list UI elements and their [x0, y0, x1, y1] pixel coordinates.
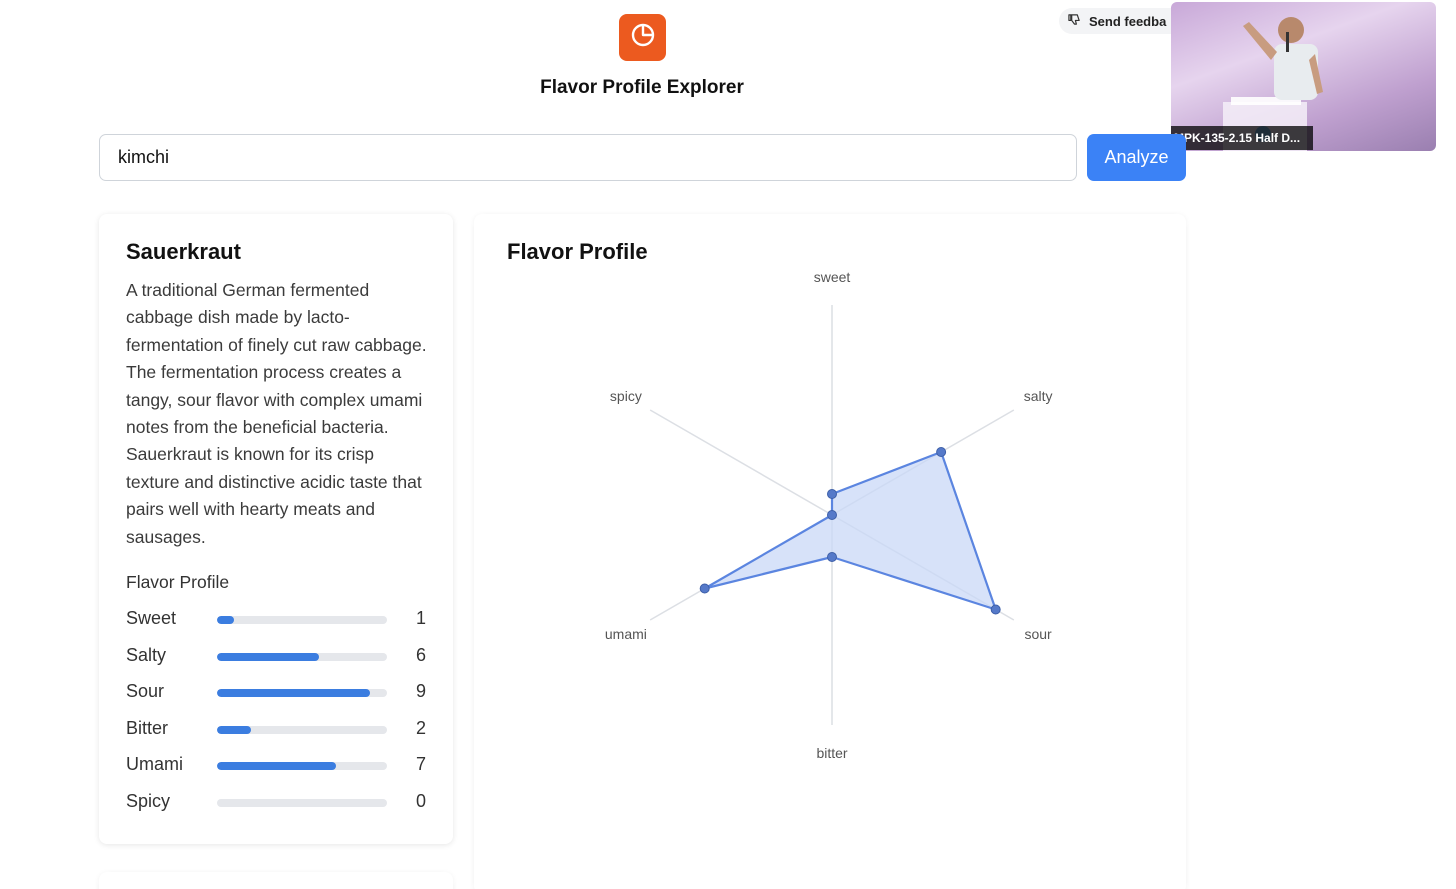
flavor-label: Umami	[126, 754, 183, 774]
video-caption: MPK-135-2.15 Half D...	[1171, 126, 1313, 150]
app-title: Flavor Profile Explorer	[540, 77, 744, 98]
search-input[interactable]	[99, 134, 1077, 181]
flavor-value: 6	[415, 644, 426, 665]
radar-axis-line	[649, 409, 833, 516]
radar-point-spicy	[827, 510, 837, 520]
app-logo	[619, 14, 666, 61]
send-feedback-label: Send feedba	[1089, 13, 1167, 29]
radar-series-area	[703, 450, 997, 611]
flavor-row-umami: Umami 7	[126, 754, 426, 778]
flavor-label: Spicy	[126, 790, 171, 811]
flavor-bar-track	[217, 725, 387, 734]
next-card	[99, 872, 453, 889]
radar-chart: sweet salty sour bitter umami spicy	[605, 269, 1053, 761]
flavor-label: Bitter	[126, 717, 169, 738]
flavor-bar-track	[217, 798, 387, 807]
radar-axis-label-sweet: sweet	[814, 269, 851, 285]
flavor-row-sweet: Sweet 1	[126, 608, 426, 632]
food-name: Sauerkraut	[126, 239, 241, 264]
page: Flavor Profile Explorer Send feedba MPK-…	[0, 0, 1456, 889]
flavor-bar-track	[217, 616, 387, 624]
flavor-profile-heading: Flavor Profile	[126, 572, 230, 592]
radar-axis-label-bitter: bitter	[816, 745, 847, 761]
flavor-row-spicy: Spicy 0	[126, 791, 426, 815]
flavor-value: 9	[415, 681, 426, 701]
flavor-label: Sour	[126, 681, 165, 701]
radar-axis-label-spicy: spicy	[610, 388, 642, 404]
radar-point-sour	[990, 604, 1001, 615]
radar-axis-label-umami: umami	[605, 626, 647, 642]
flavor-value: 7	[415, 754, 426, 774]
radar-point-sweet	[827, 489, 837, 499]
flavor-bar-fill	[217, 616, 234, 624]
flavor-bar-fill	[217, 689, 370, 697]
radar-point-umami	[699, 583, 710, 594]
flavor-row-salty: Salty 6	[126, 645, 426, 669]
flavor-value: 1	[415, 608, 426, 628]
flavor-label: Salty	[126, 644, 167, 665]
flavor-bar-fill	[217, 762, 336, 770]
flavor-row-bitter: Bitter 2	[126, 718, 426, 742]
analyze-button[interactable]: Analyze	[1087, 134, 1186, 181]
flavor-label: Sweet	[126, 608, 177, 628]
flavor-bar-fill	[217, 652, 319, 661]
radar-axis-label-sour: sour	[1024, 626, 1052, 642]
flavor-value: 2	[415, 717, 426, 738]
flavor-bar-fill	[217, 725, 251, 734]
radar-point-bitter	[827, 552, 837, 562]
flavor-bar-track	[217, 762, 387, 770]
radar-point-salty	[936, 447, 947, 457]
radar-axis-label-salty: salty	[1024, 388, 1053, 404]
flavor-chart-card: Flavor Profile sweet salty sour bitter umami…	[474, 214, 1186, 889]
flavor-bar-track	[217, 689, 387, 697]
video-overlay[interactable]: MPK-135-2.15 Half D...	[1171, 2, 1436, 151]
flavor-value: 0	[415, 790, 426, 811]
thumbs-down-icon	[1068, 13, 1081, 29]
pie-chart-icon	[629, 21, 657, 54]
flavor-row-sour: Sour 9	[126, 681, 426, 705]
food-info-card: Sauerkraut A traditional German fermente…	[99, 214, 453, 844]
food-description: A traditional German fermented cabbage d…	[126, 280, 427, 547]
flavor-bar-track	[217, 652, 387, 661]
